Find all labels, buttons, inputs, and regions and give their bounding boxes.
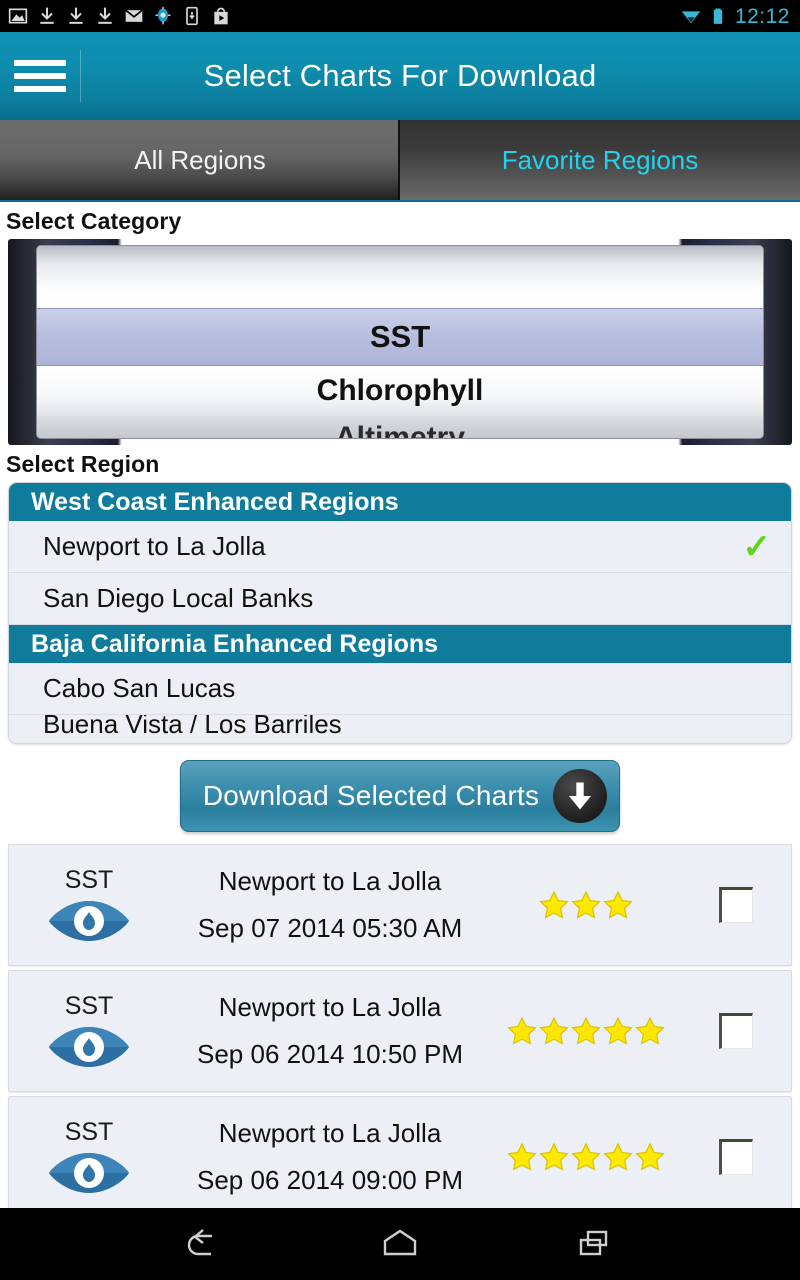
action-bar: Select Charts For Download — [0, 32, 800, 120]
star-icon — [571, 1142, 601, 1171]
download-icon — [40, 7, 54, 24]
chart-type-label: SST — [64, 991, 114, 1020]
region-list[interactable]: West Coast Enhanced Regions Newport to L… — [8, 482, 792, 744]
table-row[interactable]: SST Newport to La Jolla Sep 06 2014 10:5… — [8, 970, 792, 1092]
chart-results-list: SST Newport to La Jolla Sep 07 2014 05:3… — [8, 844, 792, 1218]
hamburger-icon[interactable] — [14, 60, 66, 92]
region-item-cabo-san-lucas[interactable]: Cabo San Lucas — [9, 663, 791, 715]
tab-all-regions-label: All Regions — [134, 144, 266, 175]
status-bar-clock: 12:12 — [734, 4, 790, 28]
region-item-label: Buena Vista / Los Barriles — [43, 715, 342, 739]
chart-date-label: Sep 06 2014 09:00 PM — [197, 1165, 463, 1195]
table-row[interactable]: SST Newport to La Jolla Sep 07 2014 05:3… — [8, 844, 792, 966]
region-group-header-west-coast: West Coast Enhanced Regions — [9, 483, 791, 521]
star-icon — [635, 1016, 665, 1045]
region-group-header-baja-california: Baja California Enhanced Regions — [9, 625, 791, 663]
back-icon[interactable] — [181, 1224, 227, 1264]
download-button-label: Download Selected Charts — [202, 780, 540, 811]
recents-icon[interactable] — [573, 1224, 619, 1264]
star-icon — [539, 890, 569, 919]
eye-icon[interactable] — [47, 1149, 131, 1197]
star-icon — [539, 1142, 569, 1171]
home-icon[interactable] — [377, 1224, 423, 1264]
chart-date-label: Sep 06 2014 10:50 PM — [197, 1039, 463, 1069]
star-icon — [635, 1142, 665, 1171]
mail-icon — [125, 9, 143, 22]
green-check-icon: ✓ — [742, 527, 772, 566]
eye-icon[interactable] — [47, 897, 131, 945]
download-arrow-icon — [553, 769, 608, 823]
region-item-label: Cabo San Lucas — [43, 673, 236, 703]
chart-date-label: Sep 07 2014 05:30 AM — [197, 913, 463, 943]
page-title: Select Charts For Download — [203, 58, 597, 93]
chart-region-label: Newport to La Jolla — [218, 1118, 442, 1148]
chart-select-cell — [681, 1013, 791, 1049]
action-bar-divider — [80, 50, 81, 102]
download-icon — [98, 7, 112, 24]
status-bar: 12:12 — [0, 0, 800, 32]
chart-info-cell: Newport to La Jolla Sep 07 2014 05:30 AM — [169, 866, 491, 944]
region-item-buena-vista-los-barriles[interactable]: Buena Vista / Los Barriles — [9, 715, 791, 743]
table-row[interactable]: SST Newport to La Jolla Sep 06 2014 09:0… — [8, 1096, 792, 1218]
eye-icon[interactable] — [47, 1023, 131, 1071]
chart-type-label: SST — [64, 1117, 114, 1146]
region-item-san-diego-local-banks[interactable]: San Diego Local Banks — [9, 573, 791, 625]
battery-icon — [713, 8, 723, 24]
star-icon — [571, 1016, 601, 1045]
tab-favorite-regions-label: Favorite Regions — [501, 144, 699, 175]
device-download-icon — [186, 6, 198, 26]
status-bar-system-icons: 12:12 — [681, 6, 790, 27]
chart-select-checkbox[interactable] — [719, 1013, 753, 1049]
spinner-item-chlorophyll[interactable]: Chlorophyll — [37, 366, 763, 416]
image-icon — [8, 8, 28, 24]
star-icon — [507, 1016, 537, 1045]
download-selected-charts-button[interactable]: Download Selected Charts — [179, 760, 621, 832]
tab-bar: All Regions Favorite Regions — [0, 120, 800, 202]
chart-type-cell: SST — [9, 866, 169, 945]
category-spinner-inner: SST Chlorophyll Altimetry — [36, 245, 764, 439]
star-icon — [603, 1016, 633, 1045]
status-bar-notification-icons — [8, 6, 681, 26]
star-icon — [539, 1016, 569, 1045]
download-button-row: Download Selected Charts — [0, 744, 800, 844]
select-category-label: Select Category — [6, 208, 182, 234]
chart-region-label: Newport to La Jolla — [218, 866, 442, 896]
star-icon — [603, 1142, 633, 1171]
chart-rating-stars — [491, 890, 681, 920]
spinner-item-altimetry[interactable]: Altimetry — [37, 416, 763, 438]
tab-all-regions[interactable]: All Regions — [0, 120, 400, 200]
category-spinner[interactable]: SST Chlorophyll Altimetry — [8, 239, 792, 445]
system-navigation-bar — [0, 1208, 800, 1280]
spinner-blank-top — [37, 246, 763, 308]
star-icon — [571, 890, 601, 919]
wifi-icon — [681, 11, 701, 24]
select-region-label: Select Region — [6, 451, 160, 477]
chart-region-label: Newport to La Jolla — [218, 992, 442, 1022]
chart-select-checkbox[interactable] — [719, 1139, 753, 1175]
tab-favorite-regions[interactable]: Favorite Regions — [400, 120, 800, 200]
app-screen: 12:12 Select Charts For Download All Reg… — [0, 0, 800, 1280]
chart-select-checkbox[interactable] — [719, 887, 753, 923]
chart-type-cell: SST — [9, 1118, 169, 1197]
download-arrow-glyph — [569, 782, 592, 810]
play-store-icon — [214, 7, 228, 25]
star-icon — [507, 1142, 537, 1171]
chart-info-cell: Newport to La Jolla Sep 06 2014 09:00 PM — [169, 1118, 491, 1196]
chart-rating-stars — [491, 1142, 681, 1172]
chart-select-cell — [681, 887, 791, 923]
gps-icon — [155, 6, 171, 25]
star-icon — [603, 890, 633, 919]
chart-select-cell — [681, 1139, 791, 1175]
download-icon — [69, 7, 83, 24]
chart-type-cell: SST — [9, 992, 169, 1071]
region-item-newport-to-la-jolla[interactable]: Newport to La Jolla ✓ — [9, 521, 791, 573]
chart-info-cell: Newport to La Jolla Sep 06 2014 10:50 PM — [169, 992, 491, 1070]
chart-type-label: SST — [64, 865, 114, 894]
spinner-selected-item[interactable]: SST — [37, 308, 763, 366]
region-item-label: San Diego Local Banks — [43, 583, 314, 613]
region-item-label: Newport to La Jolla — [43, 531, 266, 561]
chart-rating-stars — [491, 1016, 681, 1046]
